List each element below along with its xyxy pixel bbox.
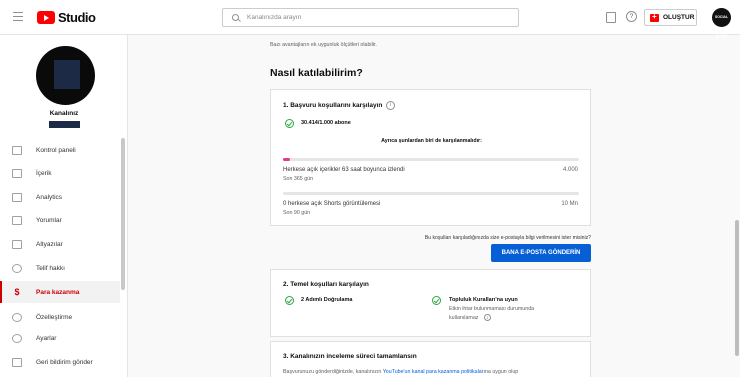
- dashboard-icon: [12, 145, 22, 155]
- create-label: OLUŞTUR: [663, 14, 695, 21]
- app-name: Studio: [58, 10, 96, 25]
- guidelines-note-2: kullanılamaz i: [449, 314, 491, 322]
- card-title: 3. Kanalınızın inceleme süreci tamamlans…: [283, 353, 417, 360]
- youtube-play-icon: [37, 11, 55, 24]
- customization-icon: [12, 312, 22, 322]
- watch-hours-progress: [283, 158, 579, 161]
- copyright-icon: [12, 263, 22, 273]
- top-bar: Studio Kanalınızda arayın ? OLUŞTUR SOCI…: [0, 0, 740, 38]
- card-title-text: 2. Temel koşulları karşılayın: [283, 281, 369, 288]
- subtitles-icon: [12, 239, 22, 249]
- card-title-text: 1. Başvuru koşullarını karşılayın: [283, 102, 383, 109]
- sidebar-item-label: Telif hakkı: [36, 264, 65, 272]
- review-card: 3. Kanalınızın inceleme süreci tamamlans…: [270, 341, 591, 377]
- info-icon[interactable]: i: [386, 101, 396, 110]
- policy-link[interactable]: YouTube'un kanal para kazanma politikala…: [383, 369, 485, 375]
- create-video-icon: [650, 12, 659, 22]
- menu-icon[interactable]: [13, 12, 23, 21]
- review-text-end: na uygun olup: [484, 369, 519, 375]
- shorts-views-label: 0 herkese açık Shorts görüntülemesi: [283, 201, 381, 207]
- sidebar-item-label: Geri bildirim gönder: [36, 358, 93, 366]
- card-title: 1. Başvuru koşullarını karşılayın i: [283, 101, 396, 110]
- sidebar-item-dashboard[interactable]: Kontrol paneli: [0, 139, 120, 161]
- shorts-views-period: Son 90 gün: [283, 210, 311, 216]
- info-icon[interactable]: i: [483, 314, 491, 322]
- two-step-verification: 2 Adımlı Doğrulama: [301, 297, 353, 303]
- sidebar-item-label: Yorumlar: [36, 216, 62, 224]
- sidebar-item-customization[interactable]: Özelleştirme: [0, 306, 120, 328]
- search-icon: [232, 14, 239, 21]
- intro-text: Bazı avantajların ek uygunluk ölçütleri …: [270, 42, 377, 48]
- sidebar-item-copyright[interactable]: Telif hakkı: [0, 257, 120, 279]
- sidebar-item-label: Para kazanma: [36, 288, 80, 296]
- guidelines-note-text: kullanılamaz: [449, 315, 479, 321]
- channel-label: Kanalınız: [49, 110, 79, 117]
- feedback-icon: [12, 357, 22, 367]
- sidebar-item-label: Altyazılar: [36, 240, 63, 248]
- search-input[interactable]: Kanalınızda arayın: [222, 8, 519, 27]
- email-prompt: Bu koşulları karşıladığınızda size e-pos…: [424, 235, 591, 241]
- analytics-icon: [12, 192, 22, 202]
- subscriber-count: 30.414/1.000 abone: [301, 120, 351, 126]
- sidebar-item-label: İçerik: [36, 169, 52, 177]
- check-icon: [432, 296, 441, 305]
- sidebar-item-label: Analytics: [36, 193, 63, 201]
- shorts-views-progress: [283, 192, 579, 195]
- sidebar-item-label: Kontrol paneli: [36, 146, 76, 154]
- sidebar-item-comments[interactable]: Yorumlar: [0, 209, 120, 231]
- check-icon: [285, 119, 294, 128]
- review-text-start: Başvurunuzu gönderdiğinizde, kanalınızın: [283, 369, 383, 375]
- card-title-text: 3. Kanalınızın inceleme süreci tamamlans…: [283, 353, 417, 360]
- settings-icon: [12, 333, 22, 343]
- page-scrollbar[interactable]: [735, 220, 739, 356]
- sidebar-scrollbar[interactable]: [121, 138, 125, 290]
- sidebar-item-content[interactable]: İçerik: [0, 162, 120, 184]
- check-icon: [285, 296, 294, 305]
- channel-avatar[interactable]: [36, 46, 95, 105]
- shorts-views-target: 10 Mn: [561, 201, 578, 207]
- notes-icon[interactable]: [606, 12, 616, 23]
- help-icon[interactable]: ?: [626, 11, 637, 22]
- watch-hours-period: Son 365 gün: [283, 176, 314, 182]
- page-title: Nasıl katılabilirim?: [270, 67, 363, 79]
- also-required-label: Ayrıca şunlardan biri de karşılanmalıdır…: [381, 138, 482, 144]
- email-me-button[interactable]: BANA E-POSTA GÖNDERİN: [491, 244, 591, 262]
- sidebar-item-monetization[interactable]: $ Para kazanma: [0, 281, 120, 303]
- watch-hours-progress-fill: [283, 158, 290, 161]
- basic-requirements-card: 2. Temel koşulları karşılayın 2 Adımlı D…: [270, 269, 591, 337]
- community-guidelines: Topluluk Kuralları'na uyun: [449, 297, 518, 303]
- sidebar-item-label: Özelleştirme: [36, 313, 73, 321]
- sidebar-item-subtitles[interactable]: Altyazılar: [0, 233, 120, 255]
- sidebar-item-label: Ayarlar: [36, 334, 57, 342]
- search-placeholder: Kanalınızda arayın: [247, 14, 302, 21]
- watch-hours-target: 4.000: [562, 167, 578, 173]
- sidebar-item-feedback[interactable]: Geri bildirim gönder: [0, 351, 120, 373]
- channel-name-redacted: [49, 121, 80, 128]
- content-icon: [12, 168, 22, 178]
- sidebar-item-analytics[interactable]: Analytics: [0, 186, 120, 208]
- create-button[interactable]: OLUŞTUR: [644, 9, 697, 26]
- review-description: Başvurunuzu gönderdiğinizde, kanalınızın…: [283, 369, 518, 375]
- guidelines-note: Etkin ihtar bulunmaması durumunda: [449, 306, 535, 312]
- studio-logo[interactable]: Studio: [37, 10, 96, 25]
- sidebar: Kanalınız Kontrol paneli İçerik Analytic…: [0, 35, 128, 377]
- sidebar-item-settings[interactable]: Ayarlar: [0, 327, 120, 349]
- requirements-card: 1. Başvuru koşullarını karşılayın i 30.4…: [270, 89, 591, 226]
- comments-icon: [12, 215, 22, 225]
- card-title: 2. Temel koşulları karşılayın: [283, 281, 369, 288]
- dollar-icon: $: [14, 286, 20, 297]
- account-avatar[interactable]: SOCIAL BLADE: [712, 8, 731, 38]
- watch-hours-label: Herkese açık içerikler 63 saat boyunca i…: [283, 167, 405, 173]
- channel-avatar-image: [54, 60, 80, 89]
